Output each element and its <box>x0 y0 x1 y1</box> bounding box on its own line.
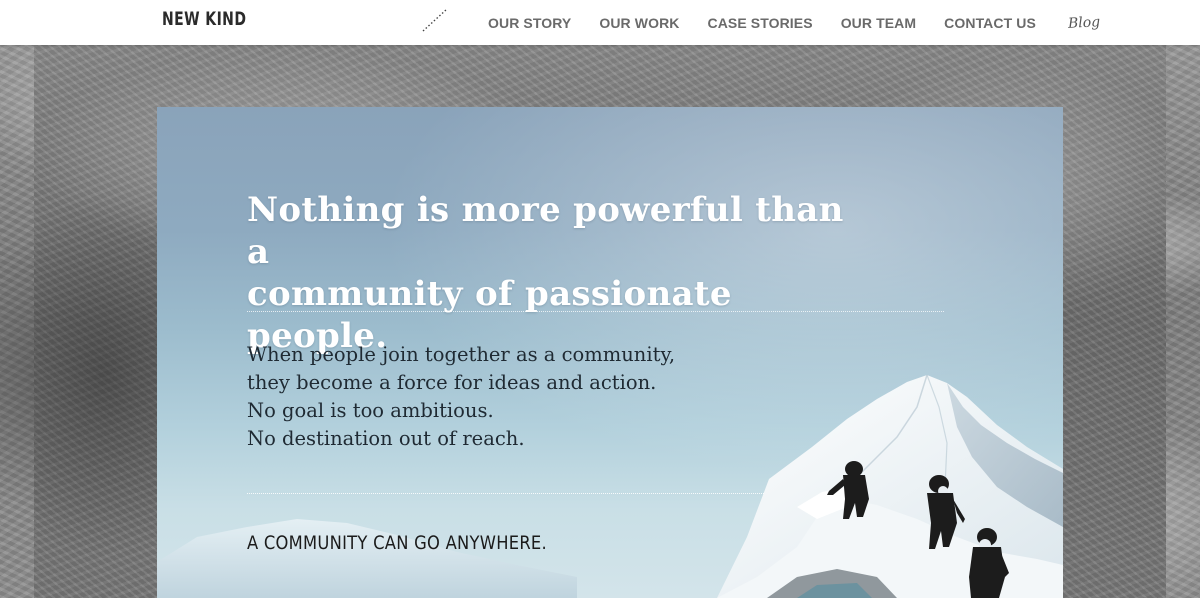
hero-headline: Nothing is more powerful than a communit… <box>247 189 867 357</box>
nav-contact-us[interactable]: CONTACT US <box>944 15 1036 31</box>
hero-body-text: When people join together as a community… <box>247 341 767 453</box>
site-logo[interactable]: NEW KIND <box>162 8 246 30</box>
hero-divider-top <box>247 311 944 312</box>
nav-our-work[interactable]: OUR WORK <box>599 15 679 31</box>
nav-our-team[interactable]: OUR TEAM <box>841 15 916 31</box>
hero-body-line-3: No goal is too ambitious. <box>247 399 494 422</box>
nav-our-story[interactable]: OUR STORY <box>488 15 571 31</box>
hero-tagline: A COMMUNITY CAN GO ANYWHERE. <box>247 532 547 554</box>
main-nav: OUR STORY OUR WORK CASE STORIES OUR TEAM… <box>474 0 1100 45</box>
nav-blog[interactable]: Blog <box>1067 14 1100 32</box>
hero-body-line-2: they become a force for ideas and action… <box>247 371 657 394</box>
hero-headline-line-1: Nothing is more powerful than a <box>247 190 844 272</box>
dotted-slash-icon <box>422 8 448 32</box>
site-header: NEW KIND OUR STORY OUR WORK CASE STORIES… <box>0 0 1200 45</box>
hero-body-line-1: When people join together as a community… <box>247 343 676 366</box>
hero-divider-bottom <box>247 493 764 494</box>
hero-card: Nothing is more powerful than a communit… <box>157 107 1063 598</box>
nav-case-stories[interactable]: CASE STORIES <box>707 15 812 31</box>
hero-body-line-4: No destination out of reach. <box>247 427 525 450</box>
